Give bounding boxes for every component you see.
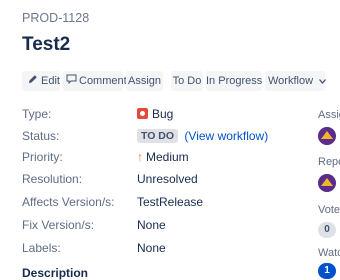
labels-value: None — [137, 241, 166, 255]
watchers-label: Watc — [318, 247, 340, 259]
resolution-label: Resolution: — [22, 172, 83, 186]
type-label: Type: — [22, 107, 52, 121]
issue-title[interactable]: Test2 — [22, 34, 70, 56]
assign-label: Assign — [127, 75, 162, 87]
view-workflow-link[interactable]: (View workflow) — [184, 129, 268, 143]
assign-button[interactable]: Assign — [126, 71, 163, 91]
in-progress-transition-button[interactable]: In Progress — [206, 71, 262, 91]
description-heading: Description — [22, 266, 89, 280]
comment-icon — [66, 71, 77, 91]
affects-version-label: Affects Version/s: — [22, 195, 115, 209]
priority-label: Priority: — [22, 150, 63, 164]
affects-version-value[interactable]: TestRelease — [137, 195, 203, 209]
status-label: Status: — [22, 129, 60, 143]
type-text: Bug — [152, 107, 174, 121]
fix-version-label: Fix Version/s: — [22, 218, 95, 232]
todo-label: To Do — [172, 75, 202, 87]
priority-value: ↑ Medium — [137, 150, 189, 164]
resolution-value: Unresolved — [137, 172, 198, 186]
votes-count-badge[interactable]: 0 — [318, 222, 336, 238]
status-value: TO DO (View workflow) — [137, 129, 268, 143]
watchers-count-badge[interactable]: 1 — [318, 263, 336, 279]
reporter-label: Repo — [318, 156, 340, 168]
chevron-down-icon — [319, 71, 327, 91]
issue-key[interactable]: PROD-1128 — [22, 11, 89, 25]
fix-version-value: None — [137, 218, 166, 232]
todo-transition-button[interactable]: To Do — [171, 71, 203, 91]
status-badge: TO DO — [137, 129, 179, 143]
priority-arrow-up-icon: ↑ — [137, 150, 143, 164]
reporter-avatar[interactable] — [318, 174, 336, 192]
workflow-label: Workflow — [268, 75, 314, 87]
comment-button[interactable]: Comment — [63, 71, 127, 91]
in-progress-label: In Progress — [206, 75, 263, 87]
labels-label: Labels: — [22, 241, 61, 255]
type-value: Bug — [137, 107, 173, 121]
edit-button[interactable]: Edit — [22, 71, 60, 91]
votes-label: Vote — [318, 204, 340, 216]
bug-icon — [137, 108, 148, 119]
pencil-icon — [28, 71, 38, 91]
workflow-dropdown[interactable]: Workflow — [265, 71, 327, 91]
edit-label: Edit — [41, 75, 60, 87]
priority-text: Medium — [146, 150, 189, 164]
assignee-avatar[interactable] — [318, 127, 336, 145]
comment-label: Comment — [79, 75, 127, 87]
assignee-label: Assig — [318, 109, 340, 121]
